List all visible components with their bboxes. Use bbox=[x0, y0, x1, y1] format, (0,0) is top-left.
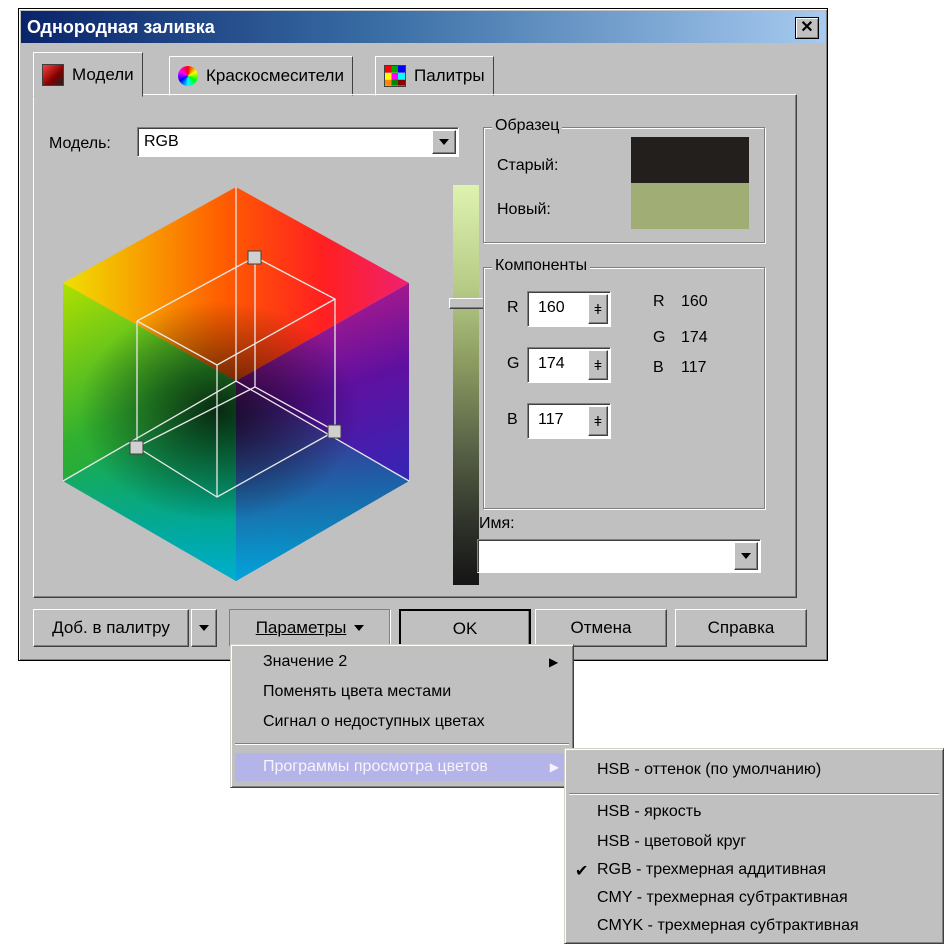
g-value-input[interactable]: 174 ǂ bbox=[527, 347, 611, 383]
tab-models[interactable]: Модели bbox=[33, 52, 143, 97]
b-value: 117 bbox=[538, 411, 564, 428]
cube-handle-blue bbox=[327, 424, 342, 439]
menu-separator bbox=[235, 743, 569, 745]
value-slider-handle[interactable] bbox=[449, 298, 485, 309]
components-group-title: Компоненты bbox=[492, 257, 591, 275]
r-field-label: R bbox=[507, 299, 519, 316]
value-slider-track[interactable] bbox=[453, 185, 479, 585]
chevron-down-icon[interactable] bbox=[432, 130, 456, 154]
new-color-label: Новый: bbox=[497, 201, 551, 218]
viewer-hsb-wheel[interactable]: HSB - цветовой круг bbox=[597, 833, 746, 851]
add-to-palette-label: Доб. в палитру bbox=[52, 618, 170, 637]
options-button[interactable]: Параметры bbox=[229, 609, 391, 647]
add-to-palette-dropdown[interactable] bbox=[191, 609, 217, 647]
tab-mixers[interactable]: Краскосмесители bbox=[169, 56, 353, 96]
menu-item-gamut-alarm[interactable]: Сигнал о недоступных цветах bbox=[263, 713, 485, 731]
dialog-title: Однородная заливка bbox=[27, 17, 215, 37]
r-value-input[interactable]: 160 ǂ bbox=[527, 291, 611, 327]
r-spinner-icon[interactable]: ǂ bbox=[588, 294, 608, 324]
chevron-down-icon[interactable] bbox=[734, 542, 758, 570]
g-readout-value: 174 bbox=[681, 329, 708, 346]
r-value: 160 bbox=[538, 299, 565, 316]
menu-item-swap-colors[interactable]: Поменять цвета местами bbox=[263, 683, 451, 701]
b-value-input[interactable]: 117 ǂ bbox=[527, 403, 611, 439]
menu-item-value2[interactable]: Значение 2 bbox=[263, 653, 347, 671]
old-color-label: Старый: bbox=[497, 157, 559, 174]
model-select-value: RGB bbox=[144, 133, 179, 150]
tab-palettes-label: Палитры bbox=[414, 66, 485, 85]
tab-palettes[interactable]: Палитры bbox=[375, 56, 494, 96]
b-field-label: B bbox=[507, 411, 518, 428]
new-color-swatch bbox=[631, 183, 749, 229]
check-icon: ✔ bbox=[575, 863, 589, 880]
sample-group-title: Образец bbox=[492, 117, 563, 135]
viewer-hsb-hue[interactable]: HSB - оттенок (по умолчанию) bbox=[597, 761, 821, 779]
cancel-label: Отмена bbox=[570, 618, 632, 637]
g-readout-label: G bbox=[653, 329, 666, 346]
model-label: Модель: bbox=[49, 135, 111, 152]
g-spinner-icon[interactable]: ǂ bbox=[588, 350, 608, 380]
cube-handle-green bbox=[129, 440, 144, 455]
options-label: Параметры bbox=[255, 618, 347, 637]
tab-mixers-label: Краскосмесители bbox=[206, 66, 344, 85]
name-label: Имя: bbox=[479, 515, 515, 532]
model-select[interactable]: RGB bbox=[137, 127, 459, 157]
g-value: 174 bbox=[538, 355, 565, 372]
options-menu: Значение 2 ▶ Поменять цвета местами Сигн… bbox=[230, 644, 574, 788]
b-readout-label: B bbox=[653, 359, 664, 376]
add-to-palette-button[interactable]: Доб. в палитру bbox=[33, 609, 189, 647]
viewer-cmy-3d[interactable]: CMY - трехмерная субтрактивная bbox=[597, 889, 848, 907]
viewer-rgb-3d[interactable]: RGB - трехмерная аддитивная bbox=[597, 861, 826, 879]
cube-handle-red bbox=[247, 250, 262, 265]
viewer-hsb-brightness[interactable]: HSB - яркость bbox=[597, 803, 701, 821]
tab-models-label: Модели bbox=[72, 64, 134, 84]
name-select[interactable] bbox=[477, 539, 761, 573]
menu-item-color-viewers[interactable]: Программы просмотра цветов ▶ bbox=[235, 753, 569, 781]
palette-grid-icon bbox=[384, 65, 406, 87]
chevron-down-icon bbox=[354, 625, 365, 631]
b-spinner-icon[interactable]: ǂ bbox=[588, 406, 608, 436]
components-group: Компоненты bbox=[483, 257, 765, 509]
submenu-arrow-icon: ▶ bbox=[549, 655, 559, 669]
title-bar[interactable]: Однородная заливка ✕ bbox=[21, 11, 825, 43]
color-viewers-submenu: HSB - оттенок (по умолчанию) HSB - яркос… bbox=[564, 748, 944, 944]
color-wheel-icon bbox=[178, 66, 198, 86]
help-button[interactable]: Справка bbox=[675, 609, 807, 647]
uniform-fill-dialog: Однородная заливка ✕ Модели Краскосмесит… bbox=[18, 8, 828, 661]
old-color-swatch bbox=[631, 137, 749, 183]
b-readout-value: 117 bbox=[681, 359, 707, 376]
help-label: Справка bbox=[707, 618, 775, 637]
r-readout-label: R bbox=[653, 293, 665, 310]
g-field-label: G bbox=[507, 355, 520, 372]
ok-label: OK bbox=[452, 619, 478, 638]
models-icon bbox=[42, 63, 64, 86]
menu-separator bbox=[569, 793, 939, 795]
r-readout-value: 160 bbox=[681, 293, 708, 310]
cancel-button[interactable]: Отмена bbox=[535, 609, 667, 647]
submenu-arrow-icon: ▶ bbox=[549, 760, 559, 774]
viewer-cmyk-3d[interactable]: CMYK - трехмерная субтрактивная bbox=[597, 917, 859, 935]
chevron-down-icon bbox=[199, 625, 209, 631]
ok-button[interactable]: OK bbox=[399, 609, 531, 649]
menu-item-color-viewers-label: Программы просмотра цветов bbox=[263, 758, 488, 775]
rgb-cube-viewer[interactable] bbox=[59, 181, 431, 581]
close-button[interactable]: ✕ bbox=[795, 17, 819, 39]
